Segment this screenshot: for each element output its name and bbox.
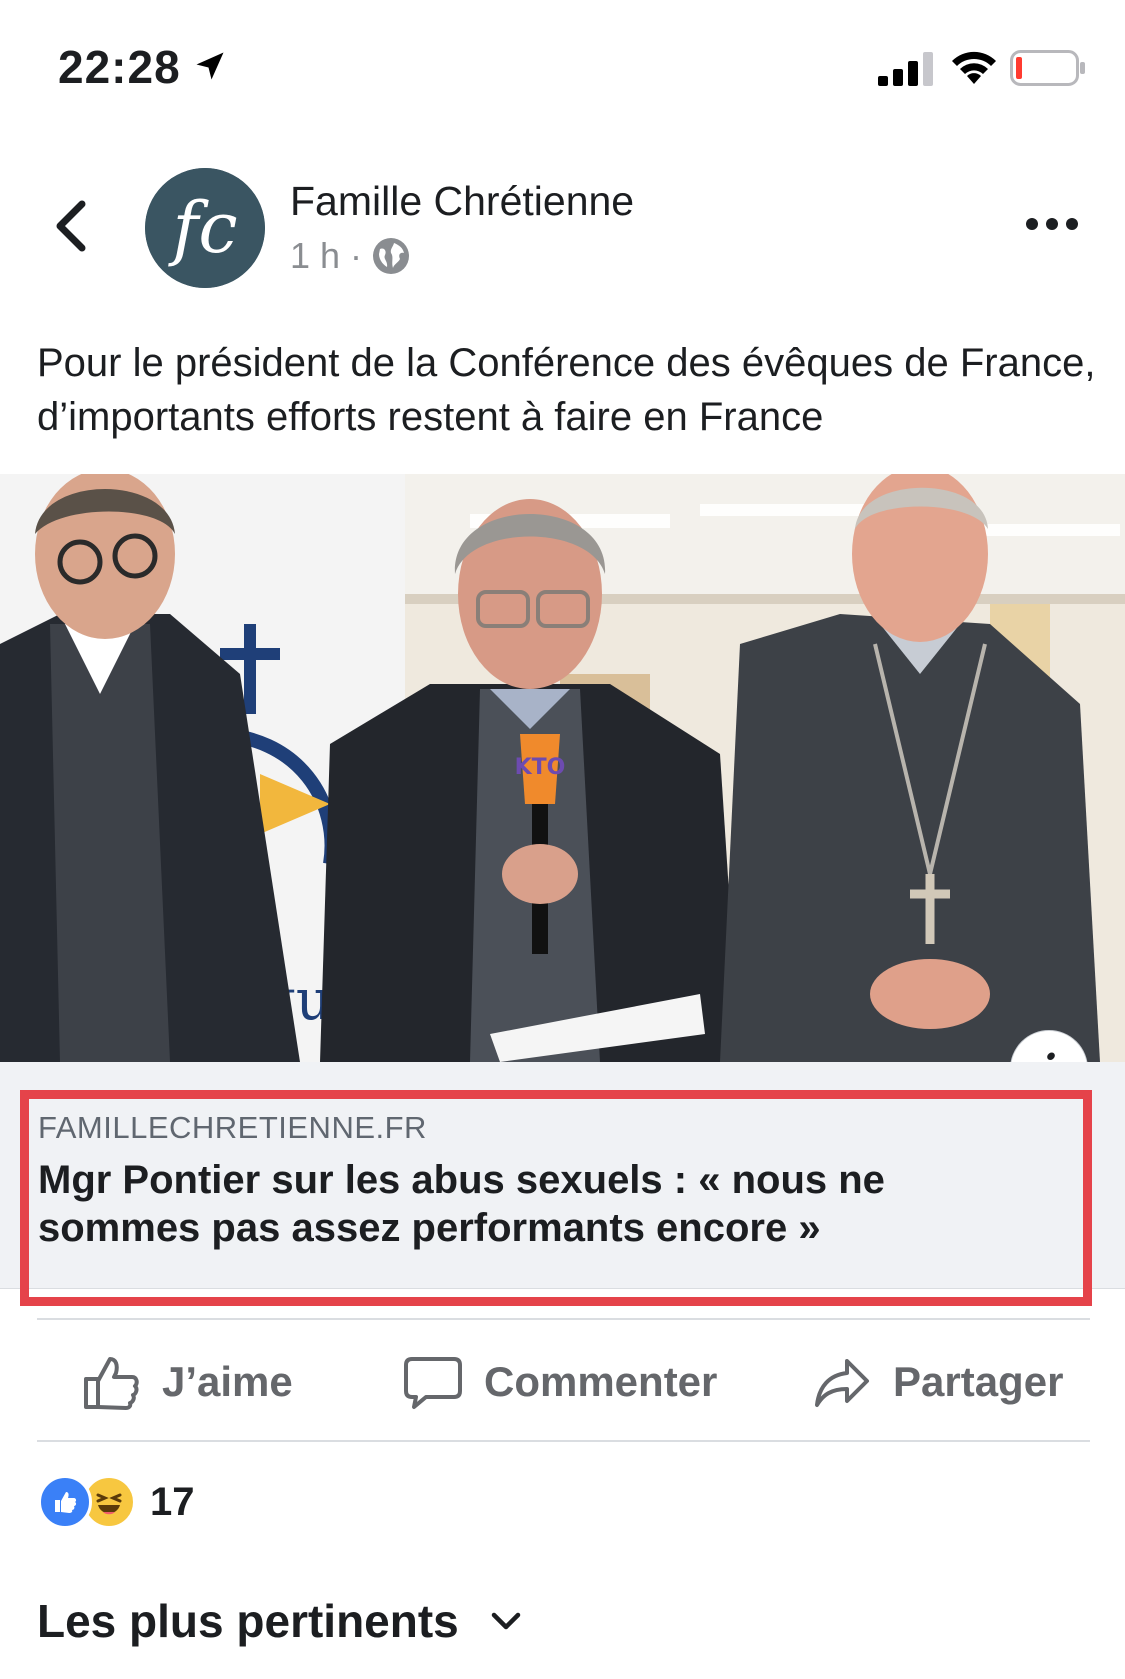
- more-dots-icon[interactable]: [1024, 214, 1080, 234]
- chevron-down-icon: [491, 1612, 520, 1630]
- photo-illustration: ques KTO: [0, 474, 1125, 1062]
- status-time: 22:28: [58, 41, 181, 93]
- reaction-count: 17: [150, 1479, 195, 1524]
- page-avatar[interactable]: fc: [145, 168, 265, 288]
- chevron-left-icon[interactable]: [48, 196, 94, 256]
- fc-logo: fc: [145, 168, 265, 288]
- sort-label: Les plus pertinents: [37, 1595, 459, 1647]
- divider: [37, 1318, 1090, 1320]
- post-text: Pour le président de la Conférence des é…: [37, 341, 1096, 439]
- cellular-signal-icon: [878, 52, 933, 86]
- svg-text:KTO: KTO: [515, 755, 566, 780]
- post-photo[interactable]: ques KTO: [0, 474, 1125, 1062]
- like-reaction-icon: [38, 1475, 92, 1529]
- share-label: Partager: [893, 1358, 1064, 1405]
- divider: [37, 1440, 1090, 1442]
- svg-text:fc: fc: [167, 187, 237, 269]
- comment-button[interactable]: Commenter: [404, 1350, 717, 1414]
- comment-label: Commenter: [484, 1358, 718, 1405]
- like-label: J’aime: [162, 1358, 293, 1405]
- comment-icon: [404, 1357, 462, 1409]
- share-arrow-icon: [815, 1359, 869, 1407]
- comment-sort-dropdown[interactable]: Les plus pertinents: [37, 1594, 523, 1648]
- post-meta: 1 h ·: [290, 235, 410, 277]
- post-time[interactable]: 1 h: [290, 235, 340, 277]
- like-button[interactable]: J’aime: [82, 1350, 293, 1414]
- page-name[interactable]: Famille Chrétienne: [290, 178, 634, 225]
- battery-low-icon: [1010, 50, 1085, 86]
- share-button[interactable]: Partager: [813, 1350, 1063, 1414]
- annotation-highlight-box: [20, 1090, 1092, 1306]
- globe-icon: [373, 238, 410, 274]
- thumbs-up-icon: [84, 1357, 139, 1410]
- meta-separator: ·: [350, 235, 363, 276]
- reactions-summary[interactable]: 17: [38, 1475, 195, 1529]
- wifi-icon: [952, 51, 996, 84]
- location-arrow-icon: [196, 52, 224, 80]
